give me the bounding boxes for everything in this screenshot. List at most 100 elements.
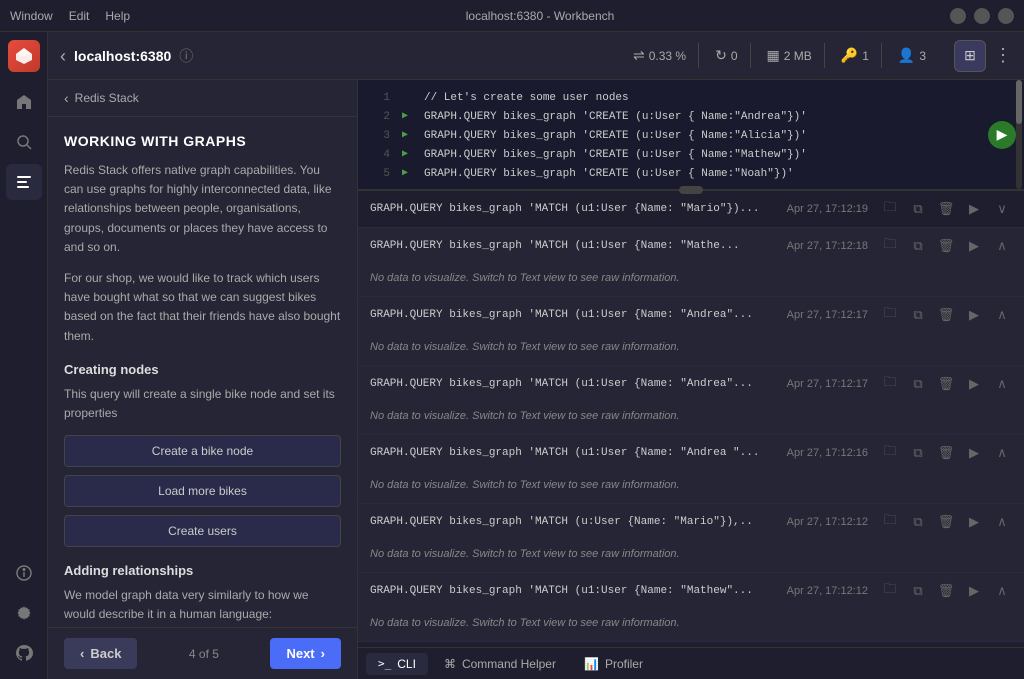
menu-help[interactable]: Help [105,9,130,23]
result-header-2[interactable]: GRAPH.QUERY bikes_graph 'MATCH (u1:User … [358,297,1024,333]
result-run-2[interactable]: ▶ [964,305,984,325]
result-copy-6[interactable]: ⧉ [908,581,928,601]
result-body-4: No data to visualize. Switch to Text vie… [358,471,1024,503]
result-collapse-5[interactable]: ∧ [992,512,1012,532]
nav-footer: ‹ Back 4 of 5 Next › [48,627,357,679]
command-helper-label: Command Helper [462,657,556,671]
close-button[interactable]: × [998,8,1014,24]
run-all-button[interactable]: ▶ [988,121,1016,149]
result-header-5[interactable]: GRAPH.QUERY bikes_graph 'MATCH (u:User {… [358,504,1024,540]
code-line-2: 2 ▶ GRAPH.QUERY bikes_graph 'CREATE (u:U… [358,107,1024,126]
editor-divider [358,190,1024,191]
result-collapse-4[interactable]: ∧ [992,443,1012,463]
result-copy-5[interactable]: ⧉ [908,512,928,532]
tab-profiler[interactable]: 📊 Profiler [572,653,655,675]
clients-icon: 👤 [898,47,915,64]
sidebar-icon-settings[interactable] [6,595,42,631]
result-collapse-3[interactable]: ∧ [992,374,1012,394]
breadcrumb-back[interactable]: ‹ [64,90,69,106]
next-nav-label: Next [286,646,314,661]
result-run-6[interactable]: ▶ [964,581,984,601]
result-copy-0[interactable]: ⧉ [908,199,928,219]
back-button[interactable]: ‹ [60,47,66,65]
code-line-5: 5 ▶ GRAPH.QUERY bikes_graph 'CREATE (u:U… [358,164,1024,183]
more-button[interactable]: ⋮ [994,45,1012,66]
info-icon[interactable]: ⓘ [179,46,193,66]
tab-command-helper[interactable]: ⌘ Command Helper [432,653,568,675]
result-expand-0[interactable]: ∨ [992,199,1012,219]
result-run-5[interactable]: ▶ [964,512,984,532]
result-copy-2[interactable]: ⧉ [908,305,928,325]
next-nav-button[interactable]: Next › [270,638,341,669]
result-save-4[interactable]: 🗀 [880,443,900,463]
result-header-4[interactable]: GRAPH.QUERY bikes_graph 'MATCH (u1:User … [358,435,1024,471]
result-actions-4: 🗀 ⧉ 🗑 ▶ ∧ [880,443,1012,463]
line-num-1: 1 [366,92,390,104]
result-delete-6[interactable]: 🗑 [936,581,956,601]
sidebar-icon-workbench[interactable] [6,164,42,200]
result-delete-2[interactable]: 🗑 [936,305,956,325]
result-time-2: Apr 27, 17:12:17 [787,309,868,321]
result-run-0[interactable]: ▶ [964,199,984,219]
minimize-button[interactable]: – [950,8,966,24]
result-actions-6: 🗀 ⧉ 🗑 ▶ ∧ [880,581,1012,601]
editor-scrollbar[interactable] [1016,80,1022,189]
result-run-4[interactable]: ▶ [964,443,984,463]
result-header-6[interactable]: GRAPH.QUERY bikes_graph 'MATCH (u1:User … [358,573,1024,609]
maximize-button[interactable]: □ [974,8,990,24]
run-line-2[interactable]: ▶ [402,110,416,124]
sidebar-icon-github[interactable] [6,635,42,671]
run-line-4[interactable]: ▶ [402,148,416,162]
create-bike-node-button[interactable]: Create a bike node [64,435,341,467]
result-save-2[interactable]: 🗀 [880,305,900,325]
result-body-6: No data to visualize. Switch to Text vie… [358,609,1024,641]
run-line-3[interactable]: ▶ [402,129,416,143]
menu-window[interactable]: Window [10,9,53,23]
result-delete-3[interactable]: 🗑 [936,374,956,394]
create-users-button[interactable]: Create users [64,515,341,547]
result-delete-5[interactable]: 🗑 [936,512,956,532]
result-save-0[interactable]: 🗀 [880,199,900,219]
load-more-bikes-button[interactable]: Load more bikes [64,475,341,507]
result-header-3[interactable]: GRAPH.QUERY bikes_graph 'MATCH (u1:User … [358,366,1024,402]
sidebar-icon-search[interactable] [6,124,42,160]
result-run-1[interactable]: ▶ [964,236,984,256]
tab-cli[interactable]: >_ CLI [366,653,428,675]
bottom-tabs: >_ CLI ⌘ Command Helper 📊 Profiler [358,647,1024,679]
result-header-0[interactable]: GRAPH.QUERY bikes_graph 'MATCH (u1:User … [358,191,1024,227]
menu-edit[interactable]: Edit [69,9,90,23]
result-copy-4[interactable]: ⧉ [908,443,928,463]
result-delete-0[interactable]: 🗑 [936,199,956,219]
resize-handle[interactable] [679,186,703,194]
result-run-3[interactable]: ▶ [964,374,984,394]
back-nav-button[interactable]: ‹ Back [64,638,137,669]
result-collapse-1[interactable]: ∧ [992,236,1012,256]
command-helper-icon: ⌘ [444,657,456,671]
result-save-5[interactable]: 🗀 [880,512,900,532]
result-save-1[interactable]: 🗀 [880,236,900,256]
result-collapse-2[interactable]: ∧ [992,305,1012,325]
window-controls[interactable]: – □ × [950,8,1014,24]
result-header-1[interactable]: GRAPH.QUERY bikes_graph 'MATCH (u1:User … [358,228,1024,264]
code-line-4: 4 ▶ GRAPH.QUERY bikes_graph 'CREATE (u:U… [358,145,1024,164]
stat-cpu: ⇌ 0.33 % [621,43,699,68]
run-line-5[interactable]: ▶ [402,167,416,181]
result-save-6[interactable]: 🗀 [880,581,900,601]
stat-keys: 🔑 1 [829,43,882,68]
result-save-3[interactable]: 🗀 [880,374,900,394]
line-content-4: GRAPH.QUERY bikes_graph 'CREATE (u:User … [424,149,807,161]
result-delete-1[interactable]: 🗑 [936,236,956,256]
run-line-1[interactable] [402,91,416,105]
grid-button[interactable]: ⊞ [954,40,986,72]
cli-label: CLI [397,657,416,671]
sidebar-icon-info[interactable] [6,555,42,591]
result-query-3: GRAPH.QUERY bikes_graph 'MATCH (u1:User … [370,378,775,390]
result-collapse-6[interactable]: ∧ [992,581,1012,601]
app-logo [8,40,40,72]
left-panel-content: WORKING WITH GRAPHS Redis Stack offers n… [48,117,357,627]
result-copy-3[interactable]: ⧉ [908,374,928,394]
result-copy-1[interactable]: ⧉ [908,236,928,256]
sidebar-icon-home[interactable] [6,84,42,120]
titlebar-menu[interactable]: Window Edit Help [10,9,130,23]
result-delete-4[interactable]: 🗑 [936,443,956,463]
